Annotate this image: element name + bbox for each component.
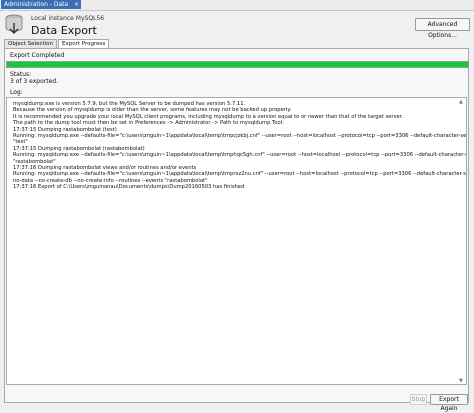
stop-button[interactable]: Stop: [410, 394, 427, 405]
export-status-heading: Export Completed: [10, 52, 65, 59]
title-bar: Administration - Data Export ×: [0, 0, 474, 17]
export-again-button[interactable]: Export Again: [430, 394, 468, 412]
log-textarea[interactable]: mysqldump.exe is version 5.7.9, but the …: [6, 97, 467, 385]
scroll-down-icon[interactable]: ▼: [459, 378, 464, 384]
log-line: 17:37:16 Export of C:\Users\znguinanau\D…: [13, 184, 245, 191]
database-export-icon: [5, 14, 23, 34]
tab-bar: Object Selection Export Progress: [4, 39, 110, 49]
log-line: Running: mysqldump.exe --defaults-file="…: [13, 171, 466, 178]
page-title: Data Export: [31, 24, 97, 37]
log-line: Running: mysqldump.exe --defaults-file="…: [13, 152, 467, 159]
connection-name: Local instance MySQL56: [31, 15, 105, 22]
admin-data-export-tab[interactable]: Administration - Data Export ×: [1, 0, 81, 17]
progress-bar-fill: [7, 62, 468, 67]
tab-object-selection[interactable]: Object Selection: [4, 39, 58, 48]
status-label: Status:: [10, 71, 32, 78]
status-value: 3 of 3 exported.: [10, 78, 58, 85]
advanced-options-button[interactable]: Advanced Options...: [415, 18, 470, 39]
progress-bar: [6, 61, 469, 68]
scroll-up-icon[interactable]: ▲: [459, 99, 464, 105]
page-header: Local instance MySQL56 Data Export Advan…: [0, 11, 474, 39]
log-label: Log:: [10, 89, 23, 96]
close-icon[interactable]: ×: [74, 0, 79, 9]
log-line: Running: mysqldump.exe --defaults-file="…: [13, 133, 467, 140]
